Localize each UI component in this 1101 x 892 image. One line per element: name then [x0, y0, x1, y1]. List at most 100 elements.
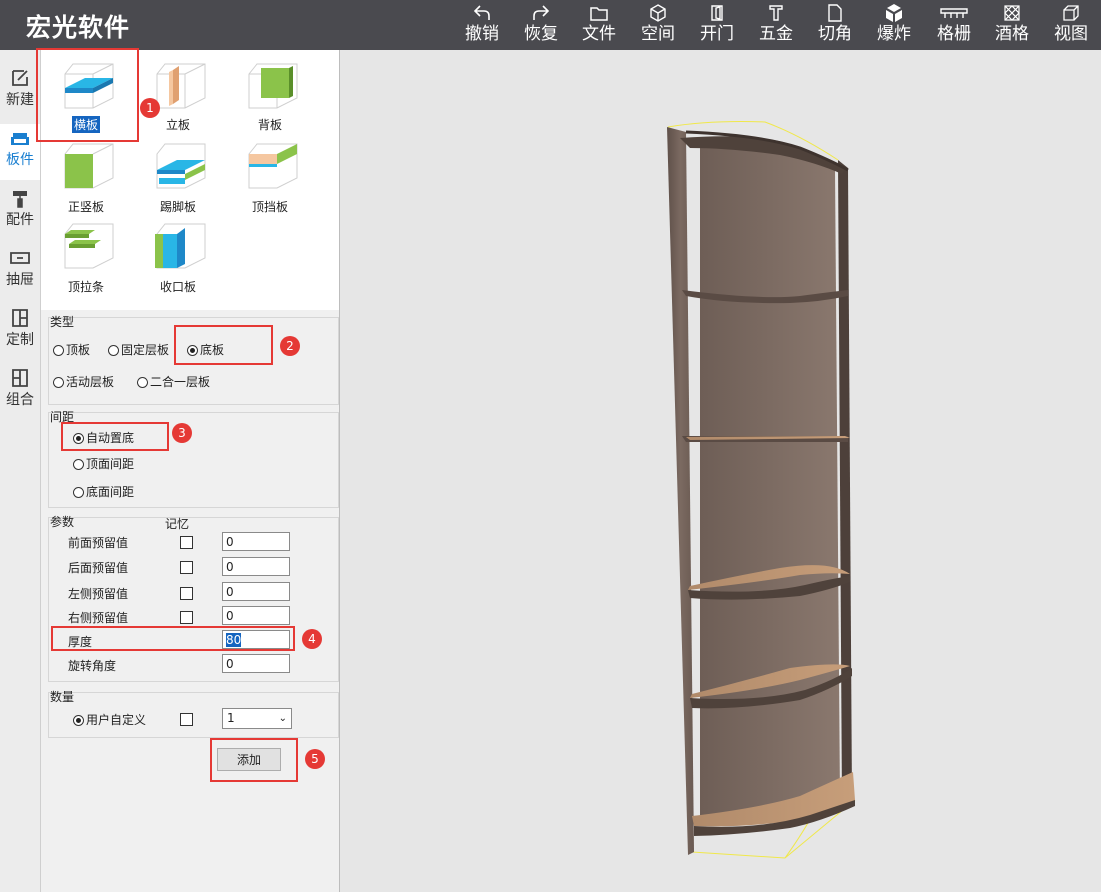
right-reserve-memory-checkbox[interactable] [180, 611, 193, 624]
sidebar-item-new[interactable]: 新建 [0, 64, 40, 120]
back-reserve-label: 后面预留值 [68, 561, 129, 575]
annotation-box-2 [174, 325, 273, 365]
quantity-group: 数量 用户自定义 1 ⌄ [48, 690, 339, 738]
params-group: 参数 记忆 前面预留值 0 后面预留值 0 左侧预留值 0 右侧预留值 0 厚度… [48, 515, 339, 682]
corner-cabinet-model [667, 121, 856, 859]
radio-icon [53, 345, 64, 356]
door-button[interactable]: 开门 [691, 3, 743, 44]
back-reserve-input[interactable]: 0 [222, 557, 290, 576]
sidebar-label: 组合 [6, 392, 34, 408]
panel-type-closing[interactable]: 收口板 [138, 220, 218, 296]
undo-button[interactable]: 撤销 [456, 3, 508, 44]
wine-rack-label: 酒格 [995, 24, 1029, 44]
panel-type-back[interactable]: 背板 [230, 58, 310, 134]
sidebar-item-panels[interactable]: 板件 [0, 124, 40, 180]
panel-type-label: 顶拉条 [67, 280, 104, 294]
layout-icon [12, 309, 28, 327]
radio-icon [73, 459, 84, 470]
redo-button[interactable]: 恢复 [515, 3, 567, 44]
front-vertical-panel-icon [64, 143, 114, 189]
front-reserve-label: 前面预留值 [68, 536, 129, 550]
sidebar-item-combine[interactable]: 组合 [0, 364, 40, 420]
space-label: 空间 [641, 24, 675, 44]
sidebar-item-drawer[interactable]: 抽屉 [0, 244, 40, 300]
explode-icon [886, 4, 902, 22]
left-reserve-input[interactable]: 0 [222, 582, 290, 601]
view-label: 视图 [1054, 24, 1088, 44]
spacing-option-label: 顶面间距 [86, 457, 135, 471]
explode-button[interactable]: 爆炸 [868, 3, 920, 44]
sidebar-label: 抽屉 [6, 272, 34, 288]
undo-icon [473, 5, 490, 20]
spacing-option-bottom[interactable]: 底面间距 [73, 483, 134, 500]
annotation-badge-5: 5 [305, 749, 325, 769]
radio-icon [53, 377, 64, 388]
spacing-option-label: 底面间距 [86, 485, 135, 499]
type-option-movable-shelf[interactable]: 活动层板 [53, 373, 114, 390]
type-option-two-in-one[interactable]: 二合一层板 [137, 373, 210, 390]
explode-label: 爆炸 [877, 24, 911, 44]
radio-icon [73, 487, 84, 498]
view-icon [1063, 5, 1079, 21]
type-option-top[interactable]: 顶板 [53, 341, 90, 358]
sidebar-label: 新建 [6, 92, 34, 108]
top-rail-icon [64, 223, 114, 269]
grille-button[interactable]: 格栅 [928, 3, 980, 44]
panel-type-label: 正竖板 [67, 200, 104, 214]
type-option-fixed-shelf[interactable]: 固定层板 [108, 341, 169, 358]
annotation-box-1 [36, 48, 139, 142]
memory-column-title: 记忆 [165, 517, 190, 531]
panel-type-vertical[interactable]: 立板 [138, 58, 218, 134]
rotation-angle-label: 旋转角度 [68, 659, 117, 673]
folder-icon [590, 7, 608, 21]
quantity-option-custom[interactable]: 用户自定义 [73, 711, 146, 728]
space-button[interactable]: 空间 [632, 3, 684, 44]
sidebar: 新建 板件 配件 抽屉 定制 组合 [0, 50, 41, 892]
radio-icon [108, 345, 119, 356]
hardware-button[interactable]: 五金 [750, 3, 802, 44]
sidebar-item-custom[interactable]: 定制 [0, 304, 40, 360]
right-reserve-input[interactable]: 0 [222, 606, 290, 625]
app-header: 宏光软件 撤销 恢复 文件 空间 开门 五金 切角 爆炸 格栅 酒格 视图 [0, 0, 1101, 50]
type-option-label: 顶板 [66, 343, 91, 357]
app-title: 宏光软件 [26, 13, 131, 42]
quantity-memory-checkbox[interactable] [180, 713, 193, 726]
annotation-box-5 [210, 738, 298, 782]
quantity-group-title: 数量 [50, 690, 75, 704]
type-option-label: 活动层板 [66, 375, 115, 389]
cut-corner-icon [828, 4, 842, 22]
panel-type-top-fascia[interactable]: 顶挡板 [230, 140, 310, 216]
3d-viewport[interactable] [340, 50, 1101, 892]
panel-type-kickboard[interactable]: 踢脚板 [138, 140, 218, 216]
sidebar-label: 配件 [6, 212, 34, 228]
radio-checked-icon [73, 715, 84, 726]
sofa-icon [11, 133, 29, 145]
front-reserve-memory-checkbox[interactable] [180, 536, 193, 549]
file-button[interactable]: 文件 [573, 3, 625, 44]
sidebar-item-accessories[interactable]: 配件 [0, 184, 40, 240]
rotation-angle-input[interactable]: 0 [222, 654, 290, 673]
panel-type-top-rail[interactable]: 顶拉条 [46, 220, 126, 296]
spacing-option-top[interactable]: 顶面间距 [73, 455, 134, 472]
door-label: 开门 [700, 24, 734, 44]
hardware-label: 五金 [759, 24, 793, 44]
view-button[interactable]: 视图 [1045, 3, 1097, 44]
file-label: 文件 [582, 24, 616, 44]
back-panel-icon [248, 63, 298, 109]
door-icon [711, 5, 723, 21]
wine-rack-button[interactable]: 酒格 [986, 3, 1038, 44]
quantity-select[interactable]: 1 ⌄ [222, 708, 292, 729]
front-reserve-input[interactable]: 0 [222, 532, 290, 551]
type-option-label: 二合一层板 [150, 375, 211, 389]
radio-icon [137, 377, 148, 388]
annotation-box-3 [61, 422, 169, 451]
redo-icon [533, 5, 550, 20]
quantity-value: 1 [227, 711, 235, 725]
panel-type-front-vertical[interactable]: 正竖板 [46, 140, 126, 216]
sidebar-label: 定制 [6, 332, 34, 348]
annotation-box-4 [51, 626, 295, 651]
back-reserve-memory-checkbox[interactable] [180, 561, 193, 574]
left-reserve-memory-checkbox[interactable] [180, 587, 193, 600]
panel-type-label: 背板 [257, 118, 282, 132]
cut-corner-button[interactable]: 切角 [809, 3, 861, 44]
